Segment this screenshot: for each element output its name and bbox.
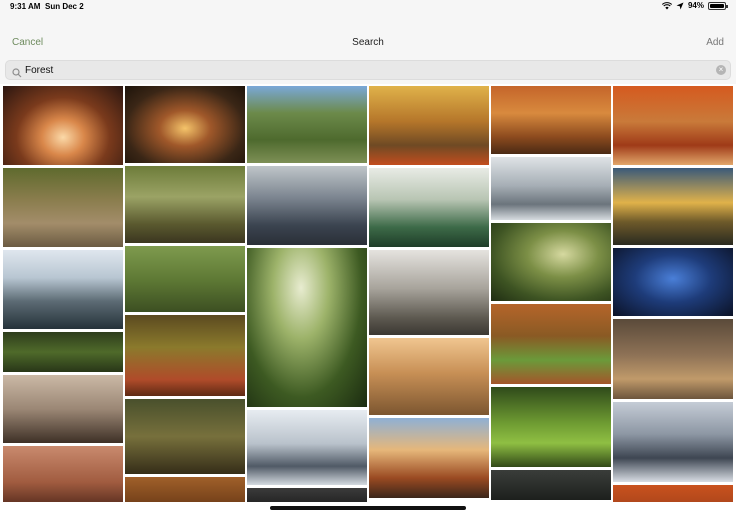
- image-results-grid[interactable]: [0, 84, 736, 502]
- result-image-winter-cabin[interactable]: [247, 410, 367, 485]
- result-image-foggy-spruce[interactable]: [369, 168, 489, 247]
- search-icon: [12, 65, 22, 78]
- result-image-snowy-sunlit-forest[interactable]: [613, 402, 733, 482]
- add-button[interactable]: Add: [706, 37, 724, 48]
- result-image-green-sunlit-forest[interactable]: [491, 223, 611, 301]
- result-image-autumn-trees-bottom[interactable]: [613, 485, 733, 502]
- result-image-misty-forest-road[interactable]: [247, 166, 367, 245]
- result-image-foggy-pine-hills[interactable]: [3, 250, 123, 329]
- location-arrow-icon: [676, 2, 684, 10]
- result-image-light-rays-woods[interactable]: [369, 250, 489, 335]
- result-image-winter-sunrise-trees[interactable]: [369, 418, 489, 498]
- result-image-autumn-birch-forest[interactable]: [369, 86, 489, 165]
- result-image-stag-golden-mist[interactable]: [369, 338, 489, 415]
- result-image-fall-forest-path[interactable]: [491, 86, 611, 154]
- result-image-red-leaf-avenue[interactable]: [125, 315, 245, 396]
- status-bar: 9:31 AM Sun Dec 2 94%: [0, 0, 736, 14]
- search-input[interactable]: [25, 63, 705, 77]
- status-right-group: 94%: [661, 1, 728, 10]
- result-image-autumn-canopy[interactable]: [125, 477, 245, 502]
- battery-percent: 94%: [687, 1, 704, 10]
- result-image-watermill-creek[interactable]: [247, 86, 367, 163]
- result-image-fog-mountains[interactable]: [491, 157, 611, 220]
- search-field[interactable]: ×: [5, 60, 731, 80]
- result-image-mossy-stump-leaves[interactable]: [491, 304, 611, 384]
- wifi-icon: [661, 1, 672, 10]
- status-time: 9:31 AM: [10, 2, 41, 11]
- battery-icon: [708, 1, 728, 10]
- result-image-blue-butterflies[interactable]: [613, 248, 733, 316]
- photo-search-screen: 9:31 AM Sun Dec 2 94% Cancel Search Add …: [0, 0, 736, 514]
- result-image-tree-shadows-grass[interactable]: [491, 387, 611, 467]
- status-date: Sun Dec 2: [45, 2, 84, 11]
- result-image-sunset-forest-path[interactable]: [125, 86, 245, 163]
- navigation-bar: Cancel Search Add: [0, 14, 736, 58]
- result-image-mossy-tree-trunk[interactable]: [125, 166, 245, 243]
- search-bar: ×: [0, 58, 736, 84]
- result-image-autumn-misty-trees[interactable]: [3, 446, 123, 502]
- result-image-dark-forest-bottom[interactable]: [247, 488, 367, 502]
- result-image-misty-forest-tunnel[interactable]: [3, 86, 123, 165]
- result-image-deer-night[interactable]: [491, 470, 611, 500]
- result-image-tree-tunnel-road[interactable]: [125, 399, 245, 474]
- page-title: Search: [352, 37, 384, 48]
- result-image-red-autumn-park[interactable]: [613, 86, 733, 165]
- result-image-green-forest-clearing[interactable]: [125, 246, 245, 312]
- home-indicator[interactable]: [270, 506, 466, 510]
- home-bar: [0, 502, 736, 514]
- clear-search-icon[interactable]: ×: [716, 65, 726, 75]
- result-image-lake-sunset[interactable]: [613, 168, 733, 245]
- result-image-green-moss[interactable]: [3, 332, 123, 372]
- result-image-wooden-bridge[interactable]: [3, 168, 123, 247]
- result-image-park-bench[interactable]: [613, 319, 733, 399]
- result-image-deer-silhouette-forest[interactable]: [3, 375, 123, 443]
- result-image-sunbeams-forest[interactable]: [247, 248, 367, 407]
